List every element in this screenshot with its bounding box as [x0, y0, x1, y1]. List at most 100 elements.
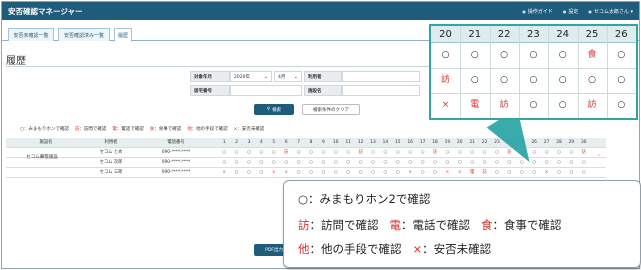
tab-confirmed[interactable]: 安否確認済み一覧	[58, 28, 110, 41]
year-select[interactable]: 2020年 ⌄	[230, 71, 272, 82]
zoom-mark: ○	[500, 50, 509, 60]
bubble-other-mark: 他	[298, 242, 310, 256]
day-header: 15	[395, 140, 401, 145]
day-mark: ○	[309, 170, 313, 175]
day-mark: ○	[569, 160, 574, 165]
day-mark: 訪	[482, 170, 487, 175]
chevron-down-icon: ⌄	[293, 73, 298, 80]
residence-input[interactable]	[230, 85, 302, 96]
day-mark: ○	[234, 150, 239, 155]
day-mark: 訪	[581, 150, 586, 155]
day-mark: ○	[321, 170, 326, 175]
day-mark: ○	[346, 150, 351, 155]
day-mark: ○	[333, 150, 338, 155]
tab-unconfirmed[interactable]: 安否未確認一覧	[8, 28, 54, 41]
facility-input[interactable]	[342, 85, 420, 96]
zoom-mark: ○	[529, 50, 538, 60]
day-mark: ○	[532, 170, 537, 175]
bubble-line-2: 訪：訪問で確認 電：電話で確認 食：食事で確認	[298, 217, 561, 233]
day-mark: ○	[445, 160, 450, 165]
day-mark: ×	[457, 170, 462, 175]
day-mark: ○	[296, 160, 301, 165]
day-header: 7	[297, 140, 300, 145]
day-mark: ○	[557, 160, 561, 165]
bubble-phone-text: ：電話で確認	[400, 218, 470, 232]
zoom-mark: 食	[587, 50, 597, 60]
legend-meal-text: ：食事で確認	[154, 127, 182, 132]
day-mark: ○	[234, 170, 239, 175]
zoom-mark: ×	[441, 100, 450, 110]
year-value: 2020年	[234, 74, 250, 80]
day-mark: ○	[321, 150, 326, 155]
residence-label: 居宅番号	[190, 85, 230, 96]
legend-line: ○：みまもりホンで確認 訪：訪問で確認 電：電話で確認 食：食事で確認 他：他の…	[20, 126, 264, 132]
zoom-mark: ○	[470, 50, 479, 60]
day-mark: ○	[408, 160, 413, 165]
day-header: 20	[457, 140, 463, 145]
day-mark: ○	[259, 170, 264, 175]
header-facility: 施設名	[39, 140, 53, 145]
row-user-name: セコム 三郎	[99, 170, 123, 175]
day-mark: ×	[271, 170, 276, 175]
legend-phone-text: ：電話で確認	[116, 127, 144, 132]
page-title: 履歴	[6, 56, 26, 67]
bubble-visit-mark: 訪	[298, 218, 310, 232]
zoom-day-header: 26	[614, 29, 628, 40]
row-phone: 090-****-****	[161, 170, 191, 175]
day-mark: ○	[371, 150, 375, 155]
day-mark: ○	[309, 160, 313, 165]
guide-link[interactable]: 操作ガイド	[522, 8, 553, 15]
day-mark: ○	[222, 160, 227, 165]
scroll-up-icon[interactable]: ⌃	[597, 154, 601, 160]
header-user: 利用者	[104, 140, 118, 145]
day-mark: ○	[371, 170, 375, 175]
month-select[interactable]: 4月 ⌄	[274, 71, 302, 82]
day-mark: ○	[457, 160, 462, 165]
day-mark: ○	[445, 150, 450, 155]
zoom-callout: 20 21 22 23 24 25 26 ○ ○ ○ ○ ○ 食 ○ 訪 ○ ○ ○ ○ ○ ○ × 電 訪 ○ ○ 訪 ○	[429, 24, 638, 120]
zoom-mark: ○	[558, 100, 567, 110]
bubble-meal-mark: 食	[480, 218, 493, 232]
day-mark: ×	[445, 170, 450, 175]
day-mark: ○	[482, 150, 487, 155]
zoom-day-header: 24	[556, 29, 570, 40]
day-mark: ○	[383, 160, 388, 165]
day-mark: ○	[321, 160, 326, 165]
facility-name: セコム幕張施設	[26, 155, 58, 160]
day-mark: ○	[557, 170, 561, 175]
row-user-name: セコム とめ	[99, 150, 123, 155]
day-header: 12	[357, 140, 364, 145]
bubble-unconfirmed-mark: ×	[412, 242, 423, 256]
day-mark: ○	[333, 160, 338, 165]
day-mark: ○	[234, 160, 239, 165]
day-mark: ○	[222, 150, 227, 155]
bubble-meal-text: ：食事で確認	[492, 218, 562, 232]
day-mark: ○	[420, 150, 425, 155]
user-input[interactable]	[342, 71, 420, 82]
row-phone: 090-****-****	[161, 150, 191, 155]
search-button-label: 検索	[272, 107, 282, 113]
day-mark: ○	[470, 160, 475, 165]
day-mark: ○	[284, 160, 289, 165]
day-mark: ○	[495, 170, 499, 175]
day-mark: ×	[544, 170, 549, 175]
user-menu[interactable]: セコム太郎さん ▾	[588, 8, 633, 15]
facility-label: 施設名	[304, 85, 342, 96]
day-header: 10	[333, 140, 339, 145]
day-mark: ○	[346, 160, 351, 165]
bubble-line-1: ○：みまもりホン2で確認	[298, 192, 431, 206]
tab-history[interactable]: 履歴	[114, 28, 132, 42]
search-button[interactable]: ⚲ 検索	[254, 104, 294, 115]
day-mark: ○	[296, 150, 301, 155]
day-mark: ×	[284, 170, 288, 175]
settings-link[interactable]: 設定	[563, 8, 578, 15]
user-label: 利用者	[304, 71, 342, 82]
day-header: 19	[444, 140, 451, 145]
clear-button[interactable]: 検索条件のクリア	[302, 104, 360, 115]
legend-visit-text: ：訪問で確認	[79, 127, 107, 132]
day-mark: 電	[470, 170, 475, 175]
bubble-line-3: 他：他の手段で確認 ×：安否未確認	[298, 241, 491, 257]
day-header: 28	[556, 140, 562, 145]
month-value: 4月	[278, 74, 286, 80]
row-phone: 090-****-****	[161, 160, 191, 165]
